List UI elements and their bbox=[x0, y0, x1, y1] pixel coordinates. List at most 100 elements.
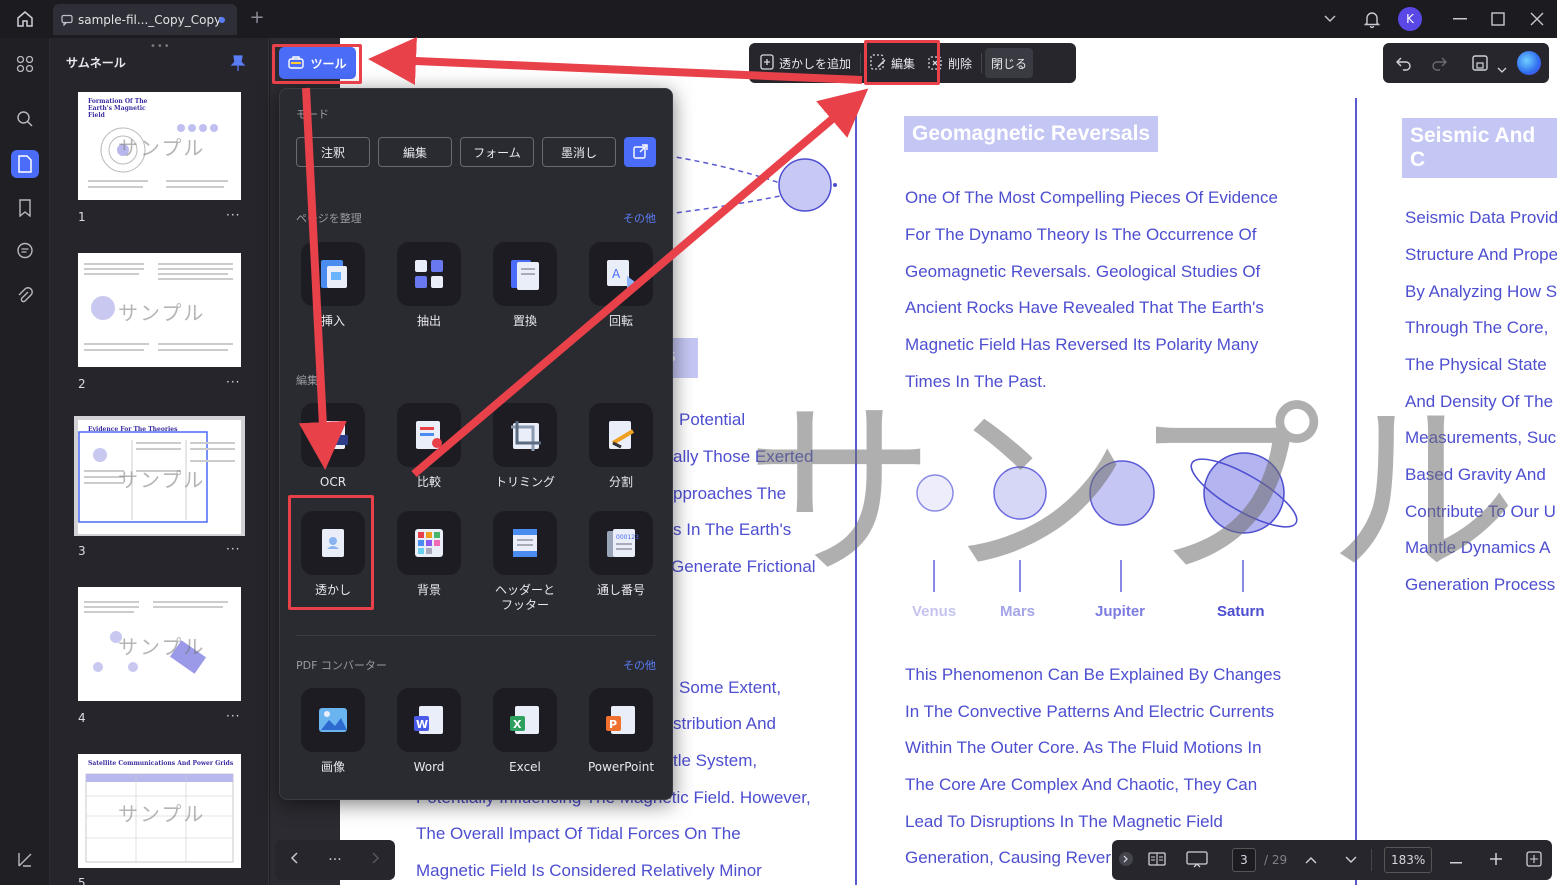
middle-paragraph-2-line-4: Lead To Disruptions In The Magnetic Fiel… bbox=[905, 812, 1223, 831]
collapse-icon[interactable] bbox=[1118, 851, 1134, 870]
comment-list-icon[interactable] bbox=[11, 237, 39, 265]
save-options-chevron-icon[interactable] bbox=[1497, 59, 1507, 78]
tool-extract[interactable]: 抽出 bbox=[394, 242, 464, 329]
tool-split[interactable]: 分割 bbox=[586, 403, 656, 490]
svg-text:000123: 000123 bbox=[616, 534, 639, 541]
thumbnail-more-button[interactable]: ··· bbox=[226, 375, 240, 389]
tool-to-image[interactable]: 画像 bbox=[298, 688, 368, 775]
document-tab[interactable]: sample-fil..._Copy_Copy bbox=[53, 4, 237, 35]
next-icon[interactable] bbox=[372, 852, 380, 868]
search-icon[interactable] bbox=[11, 105, 39, 133]
middle-paragraph-1-line-1: For The Dynamo Theory Is The Occurrence … bbox=[905, 225, 1257, 244]
thumbnail-page-2[interactable]: サンプル bbox=[78, 253, 241, 367]
tool-to-powerpoint[interactable]: P PowerPoint bbox=[586, 688, 656, 775]
zoom-in-icon[interactable] bbox=[1490, 852, 1503, 868]
tool-header-footer-label: ヘッダーと フッター bbox=[494, 583, 555, 612]
thumbnail-page-number: 3 bbox=[78, 544, 86, 558]
thumbnail-page-number: 1 bbox=[78, 210, 86, 224]
add-tab-button[interactable]: + bbox=[248, 9, 266, 29]
page-up-icon[interactable] bbox=[1305, 853, 1317, 867]
thumbnail-page-3[interactable]: Evidence For The Theories サンプル bbox=[78, 420, 241, 534]
tool-rotate-label: 回転 bbox=[608, 314, 633, 328]
ai-assistant-icon[interactable] bbox=[1517, 51, 1541, 75]
thumbnail-page-1[interactable]: Formation Of The Earth's Magnetic Field … bbox=[78, 92, 241, 200]
section-heading-geomagnetic: Geomagnetic Reversals bbox=[904, 116, 1159, 152]
grid-icon[interactable] bbox=[11, 50, 39, 78]
tool-bates-numbering-label: 通し番号 bbox=[596, 583, 645, 597]
thumbnail-page-4[interactable]: サンプル bbox=[78, 587, 241, 701]
chevron-down-icon[interactable] bbox=[1318, 6, 1342, 32]
tab-title: sample-fil..._Copy_Copy bbox=[78, 12, 222, 27]
annotation-highlight-watermark-tool bbox=[288, 495, 374, 610]
organize-more-link[interactable]: その他 bbox=[623, 210, 656, 226]
tool-insert-label: 挿入 bbox=[320, 314, 345, 328]
prev-icon[interactable] bbox=[290, 852, 298, 868]
tool-crop[interactable]: トリミング bbox=[490, 403, 560, 490]
tool-background[interactable]: 背景 bbox=[394, 511, 464, 598]
mode-redact-button[interactable]: 墨消し bbox=[542, 137, 616, 167]
tool-compare-label: 比較 bbox=[416, 475, 441, 489]
home-icon[interactable] bbox=[12, 7, 38, 31]
minimize-icon[interactable] bbox=[1448, 6, 1472, 32]
tool-compare[interactable]: 比較 bbox=[394, 403, 464, 490]
thumbnail-more-button[interactable]: ··· bbox=[226, 542, 240, 556]
current-page-input[interactable]: 3 bbox=[1232, 848, 1256, 872]
tool-ocr[interactable]: OCR bbox=[298, 403, 368, 490]
tool-to-excel[interactable]: X Excel bbox=[490, 688, 560, 775]
presentation-icon[interactable] bbox=[1186, 850, 1208, 871]
tool-rotate[interactable]: A 回転 bbox=[586, 242, 656, 329]
attachment-icon[interactable] bbox=[11, 282, 39, 310]
middle-paragraph-2-line-1: In The Convective Patterns And Electric … bbox=[905, 702, 1275, 721]
mode-form-button[interactable]: フォーム bbox=[460, 137, 534, 167]
svg-text:P: P bbox=[609, 718, 617, 731]
watermark-add-icon bbox=[760, 53, 774, 73]
thumbnail-watermark: サンプル bbox=[118, 635, 206, 659]
pin-icon[interactable] bbox=[230, 54, 246, 76]
left-column-lower-0: Some Extent, bbox=[679, 678, 782, 697]
page-watermark[interactable]: サンプル bbox=[745, 338, 1523, 613]
thumbnail-panel-icon[interactable] bbox=[11, 150, 39, 178]
tool-to-word[interactable]: W Word bbox=[394, 688, 464, 775]
close-watermark-button[interactable]: 閉じる bbox=[985, 48, 1034, 78]
left-column-upper-0: Potential bbox=[679, 410, 746, 429]
close-icon[interactable] bbox=[1525, 6, 1549, 32]
image-icon bbox=[301, 688, 365, 752]
mode-edit-button[interactable]: 編集 bbox=[378, 137, 452, 167]
page-layout-icon[interactable] bbox=[1148, 851, 1166, 870]
fit-page-icon[interactable] bbox=[1526, 850, 1542, 870]
ai-sidebar-icon[interactable] bbox=[11, 845, 39, 873]
maximize-icon[interactable] bbox=[1486, 6, 1510, 32]
thumbnail-page-5[interactable]: Satellite Communications And Power Grids… bbox=[78, 754, 241, 868]
thumbnail-more-button[interactable]: ··· bbox=[226, 208, 240, 222]
zoom-level[interactable]: 183% bbox=[1384, 847, 1433, 873]
mode-annotate-button[interactable]: 注釈 bbox=[296, 137, 370, 167]
bookmark-icon[interactable] bbox=[11, 194, 39, 222]
tool-replace-label: 置換 bbox=[512, 314, 537, 328]
thumbnail-watermark: サンプル bbox=[118, 301, 206, 325]
more-icon[interactable]: ··· bbox=[328, 852, 341, 868]
panel-grip[interactable]: ••• bbox=[150, 41, 171, 52]
mode-section-title: モード bbox=[296, 108, 329, 121]
edit-section-title: 編集 bbox=[296, 374, 318, 387]
thumbnail-page-number: 2 bbox=[78, 377, 86, 391]
title-bar: sample-fil..._Copy_Copy + K bbox=[0, 0, 1557, 38]
converter-more-link[interactable]: その他 bbox=[623, 657, 656, 673]
tool-replace[interactable]: 置換 bbox=[490, 242, 560, 329]
open-external-icon[interactable] bbox=[624, 137, 656, 167]
undo-icon[interactable] bbox=[1395, 54, 1413, 76]
tool-header-footer[interactable]: ヘッダーと フッター bbox=[490, 511, 560, 613]
zoom-out-icon[interactable] bbox=[1450, 853, 1463, 867]
avatar[interactable]: K bbox=[1398, 7, 1422, 31]
tool-insert[interactable]: 挿入 bbox=[298, 242, 368, 329]
delete-watermark-label: 削除 bbox=[948, 56, 973, 71]
thumbnail-pager: ··· bbox=[275, 840, 395, 880]
redo-icon[interactable] bbox=[1430, 54, 1448, 76]
save-icon[interactable] bbox=[1471, 54, 1489, 76]
bell-icon[interactable] bbox=[1360, 6, 1384, 32]
tool-bates-numbering[interactable]: 000123 通し番号 bbox=[586, 511, 656, 598]
page-down-icon[interactable] bbox=[1345, 853, 1357, 867]
thumbnail-more-button[interactable]: ··· bbox=[226, 709, 240, 723]
add-watermark-button[interactable]: 透かしを追加 bbox=[754, 48, 857, 78]
tool-split-label: 分割 bbox=[608, 475, 633, 489]
rotate-icon: A bbox=[589, 242, 653, 306]
